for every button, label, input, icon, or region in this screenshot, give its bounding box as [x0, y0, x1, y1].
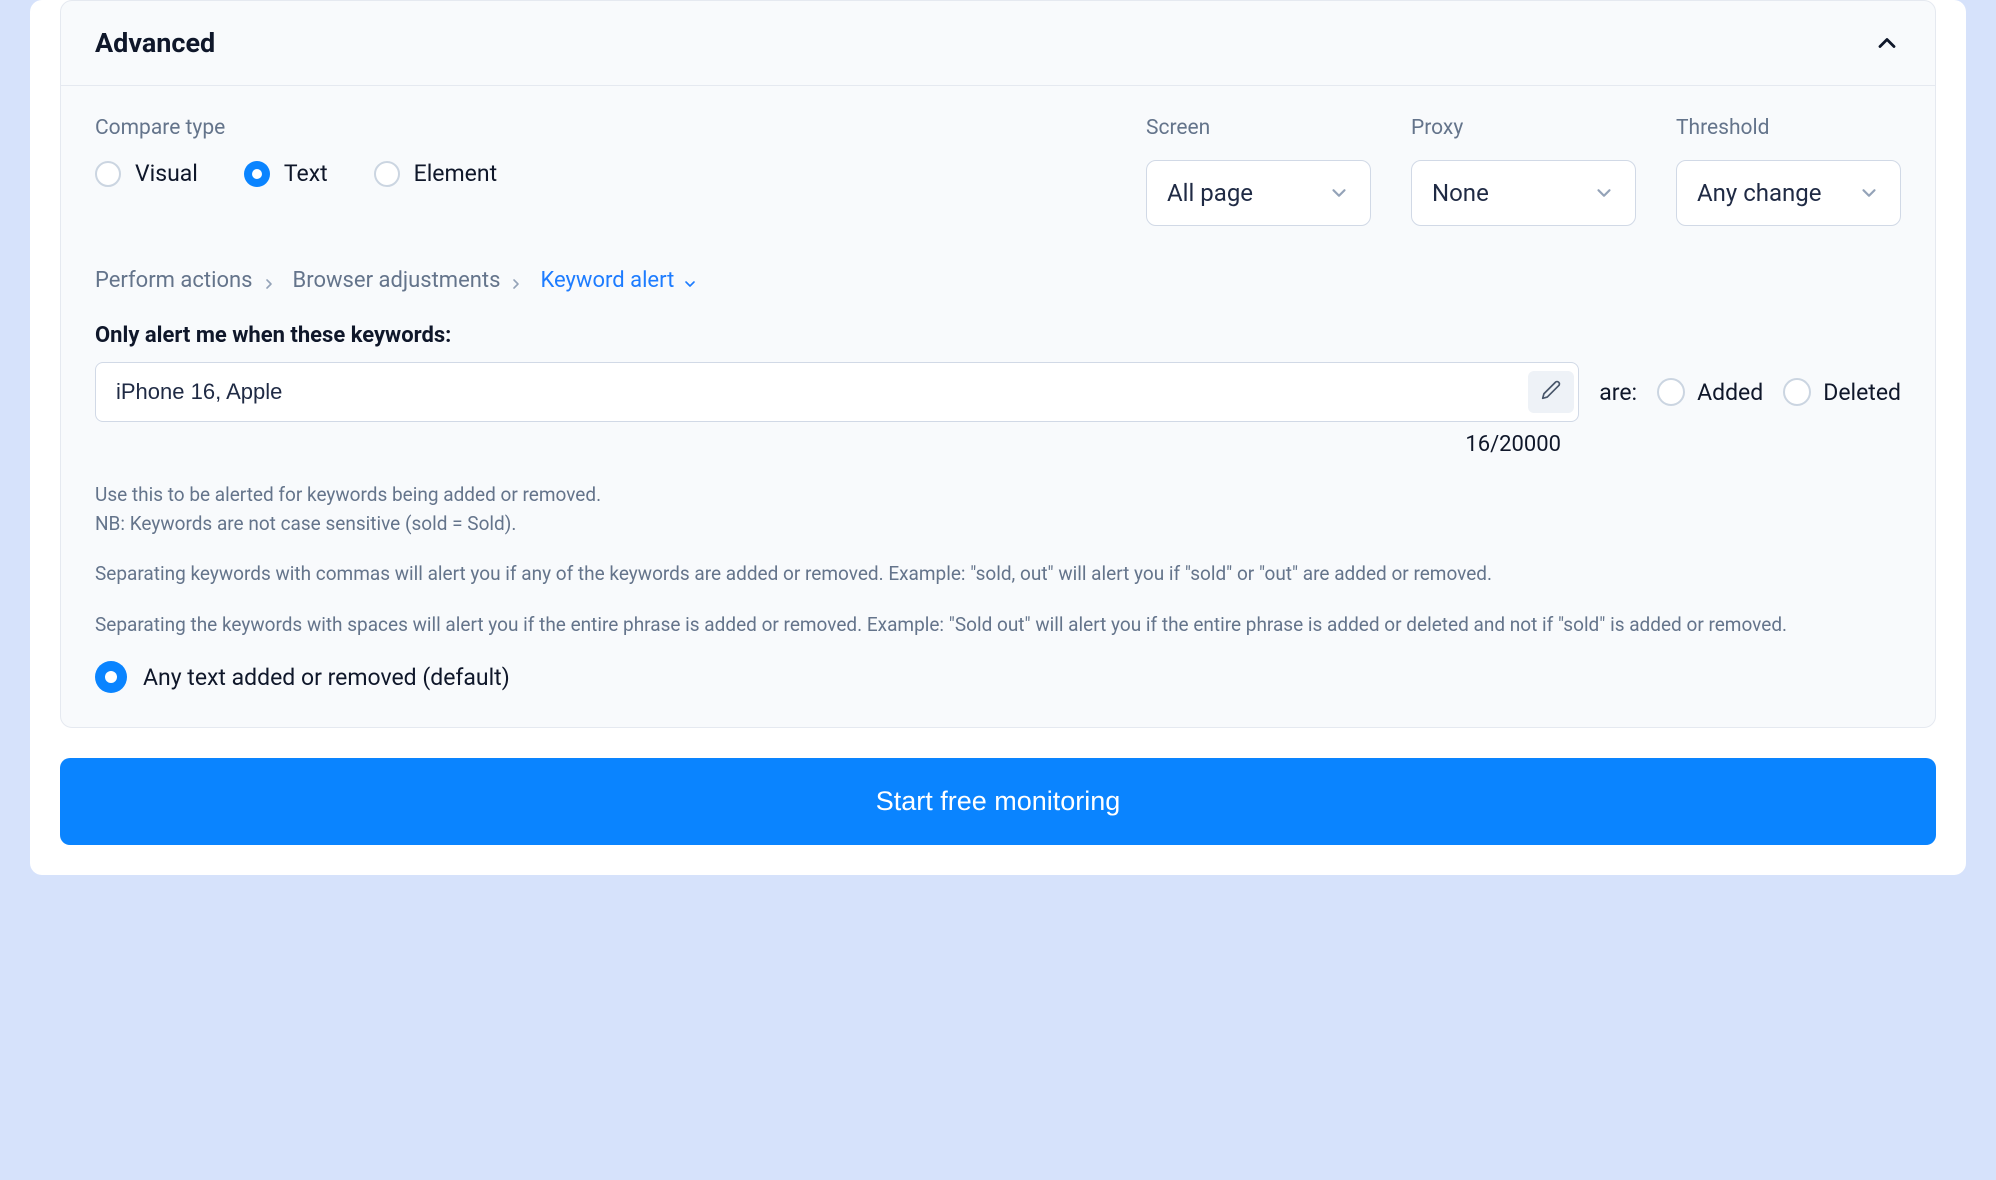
helper-text-1: Use this to be alerted for keywords bein…: [95, 481, 1901, 538]
crumb-keyword-alert[interactable]: Keyword alert: [540, 268, 698, 293]
threshold-value: Any change: [1697, 179, 1822, 207]
compare-type-label: Compare type: [95, 116, 1106, 140]
start-monitoring-button[interactable]: Start free monitoring: [60, 758, 1936, 845]
crumb-perform-actions[interactable]: Perform actions: [95, 268, 277, 293]
any-text-default-label: Any text added or removed (default): [143, 664, 510, 691]
pencil-icon: [1541, 380, 1561, 404]
radio-icon: [374, 161, 400, 187]
screen-value: All page: [1167, 179, 1253, 207]
radio-icon: [95, 161, 121, 187]
chevron-down-icon: [682, 273, 698, 289]
keywords-input-wrap: [95, 362, 1579, 422]
compare-element-label: Element: [414, 160, 497, 187]
keywords-section-title: Only alert me when these keywords:: [95, 323, 1901, 348]
edit-button[interactable]: [1528, 371, 1574, 413]
radio-icon: [95, 661, 127, 693]
compare-element-radio[interactable]: Element: [374, 160, 497, 187]
crumb-browser-adjustments[interactable]: Browser adjustments: [293, 268, 525, 293]
panel-header[interactable]: Advanced: [61, 1, 1935, 86]
chevron-down-icon: [1858, 182, 1880, 204]
compare-visual-radio[interactable]: Visual: [95, 160, 198, 187]
advanced-panel: Advanced Compare type Visual Tex: [60, 0, 1936, 728]
chevron-down-icon: [1593, 182, 1615, 204]
screen-select[interactable]: All page: [1146, 160, 1371, 226]
helper-text-2: Separating keywords with commas will ale…: [95, 560, 1901, 589]
chevron-up-icon[interactable]: [1873, 29, 1901, 57]
compare-visual-label: Visual: [135, 160, 198, 187]
proxy-label: Proxy: [1411, 116, 1636, 140]
proxy-select[interactable]: None: [1411, 160, 1636, 226]
radio-icon: [244, 161, 270, 187]
chevron-right-icon: [508, 273, 524, 289]
proxy-value: None: [1432, 179, 1489, 207]
radio-icon: [1657, 378, 1685, 406]
breadcrumb: Perform actions Browser adjustments Keyw…: [95, 268, 1901, 293]
keywords-added-option[interactable]: Added: [1657, 378, 1763, 406]
threshold-select[interactable]: Any change: [1676, 160, 1901, 226]
any-text-default-radio[interactable]: Any text added or removed (default): [95, 661, 1901, 693]
threshold-label: Threshold: [1676, 116, 1901, 140]
are-label: are:: [1599, 379, 1637, 406]
keywords-added-label: Added: [1697, 379, 1763, 406]
compare-text-label: Text: [284, 160, 328, 187]
compare-text-radio[interactable]: Text: [244, 160, 328, 187]
keywords-deleted-label: Deleted: [1823, 379, 1901, 406]
keywords-input[interactable]: [96, 363, 1524, 421]
keywords-deleted-option[interactable]: Deleted: [1783, 378, 1901, 406]
screen-label: Screen: [1146, 116, 1371, 140]
radio-icon: [1783, 378, 1811, 406]
keywords-counter: 16/20000: [95, 432, 1561, 457]
panel-title: Advanced: [95, 27, 215, 59]
chevron-down-icon: [1328, 182, 1350, 204]
helper-text-3: Separating the keywords with spaces will…: [95, 611, 1901, 640]
chevron-right-icon: [261, 273, 277, 289]
